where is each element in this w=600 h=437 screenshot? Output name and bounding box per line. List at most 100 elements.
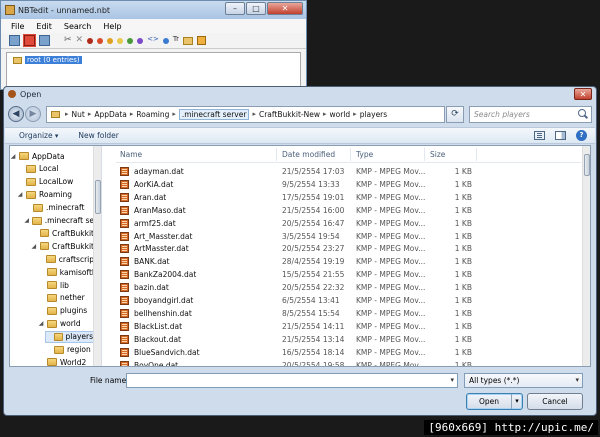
new-folder-button[interactable]: New folder: [78, 131, 119, 140]
nav-tree-item[interactable]: plugins: [38, 305, 94, 317]
package-icon[interactable]: [196, 36, 206, 45]
chevron-down-icon[interactable]: ▾: [511, 394, 522, 409]
maximize-button[interactable]: □: [246, 2, 266, 15]
breadcrumb-nut[interactable]: Nut: [72, 110, 85, 119]
organize-button[interactable]: Organize: [19, 131, 58, 140]
tag-bytearray-icon[interactable]: <>: [147, 35, 159, 46]
column-type[interactable]: Type: [356, 150, 373, 159]
column-size[interactable]: Size: [430, 150, 445, 159]
chevron-right-icon[interactable]: ▸: [130, 110, 134, 118]
nav-tree-item[interactable]: LocalLow: [17, 176, 94, 188]
nav-tree-item[interactable]: Local: [17, 163, 94, 175]
tag-int-icon[interactable]: [107, 37, 114, 44]
breadcrumb[interactable]: ▸ Nut ▸ AppData ▸ Roaming ▸ .minecraft s…: [46, 105, 445, 123]
breadcrumb-players[interactable]: players: [360, 110, 387, 119]
tag-double-icon[interactable]: [137, 37, 144, 44]
navigation-pane[interactable]: World2 region players ◢ world plugins nether li…: [10, 146, 102, 366]
back-arrow-icon[interactable]: ◀: [8, 106, 24, 122]
file-type-select[interactable]: All types (*.*): [464, 373, 583, 388]
chevron-right-icon[interactable]: ▸: [172, 110, 176, 118]
forward-arrow-icon[interactable]: ▶: [25, 106, 41, 122]
preview-pane-icon[interactable]: [555, 131, 566, 140]
menu-file[interactable]: File: [11, 22, 24, 31]
file-row[interactable]: adayman.dat 21/5/2554 17:03 KMP - MPEG Mov…: [116, 165, 581, 178]
column-date-modified[interactable]: Date modified: [282, 150, 335, 159]
file-name-input[interactable]: [126, 373, 458, 388]
nav-scrollbar-thumb[interactable]: [95, 180, 101, 214]
breadcrumb-minecraft-server[interactable]: .minecraft server: [178, 108, 250, 120]
search-input[interactable]: Search players: [469, 105, 592, 123]
cancel-button[interactable]: Cancel: [527, 393, 583, 410]
refresh-icon[interactable]: ⟳: [446, 105, 464, 123]
cut-icon[interactable]: ✂: [64, 35, 72, 46]
tag-list-icon[interactable]: [162, 37, 169, 44]
breadcrumb-craftbukkit-new[interactable]: CraftBukkit-New: [259, 110, 320, 119]
expand-arrow-icon[interactable]: ◢: [24, 217, 29, 224]
nav-tree-item[interactable]: ◢ .minecraft se: [24, 215, 94, 227]
nav-tree-item[interactable]: nether: [38, 292, 94, 304]
open-button[interactable]: Open ▾: [466, 393, 523, 410]
tag-byte-icon[interactable]: [87, 37, 94, 44]
file-row[interactable]: AranMaso.dat 21/5/2554 16:00 KMP - MPEG Mo…: [116, 204, 581, 217]
nav-tree-item[interactable]: region: [45, 344, 94, 356]
file-row[interactable]: bellhenshin.dat 8/5/2554 15:54 KMP - MPEG …: [116, 307, 581, 320]
tree-root-node[interactable]: root (0 entries): [13, 56, 82, 64]
menu-edit[interactable]: Edit: [36, 22, 52, 31]
nav-tree-item[interactable]: ◢ AppData: [10, 150, 94, 162]
expand-arrow-icon[interactable]: ◢: [10, 153, 16, 160]
chevron-right-icon[interactable]: ▸: [252, 110, 256, 118]
nav-tree-item[interactable]: kamisoftl: [38, 266, 94, 278]
expand-arrow-icon[interactable]: ◢: [38, 320, 44, 327]
file-row[interactable]: BlackList.dat 21/5/2554 14:11 KMP - MPEG M…: [116, 320, 581, 333]
dialog-titlebar[interactable]: Open: [4, 87, 596, 101]
file-list-scrollbar-thumb[interactable]: [584, 154, 590, 176]
nav-scrollbar[interactable]: [93, 146, 101, 366]
nav-tree-item[interactable]: ◢ Roaming: [17, 189, 94, 201]
chevron-right-icon[interactable]: ▸: [353, 110, 357, 118]
help-icon[interactable]: ?: [576, 130, 587, 141]
nav-tree-item[interactable]: craftscrip: [38, 253, 94, 265]
new-file-icon[interactable]: [9, 35, 20, 46]
chevron-right-icon[interactable]: ▸: [88, 110, 92, 118]
tag-compound-icon[interactable]: [182, 36, 193, 45]
column-name[interactable]: Name: [120, 150, 142, 159]
nav-tree-item[interactable]: World2: [38, 356, 94, 366]
save-icon[interactable]: [39, 35, 50, 46]
breadcrumb-appdata[interactable]: AppData: [94, 110, 127, 119]
column-divider[interactable]: [476, 148, 477, 161]
column-divider[interactable]: [424, 148, 425, 161]
tag-string-icon[interactable]: Tr: [173, 35, 179, 46]
close-button[interactable]: ✕: [267, 2, 303, 15]
nav-tree-item[interactable]: ◢ CraftBukkit: [31, 240, 94, 252]
file-row[interactable]: bboyandgirl.dat 6/5/2554 13:41 KMP - MPEG …: [116, 294, 581, 307]
column-divider[interactable]: [276, 148, 277, 161]
nav-tree-item[interactable]: lib: [38, 279, 94, 291]
file-row[interactable]: armf25.dat 20/5/2554 16:47 KMP - MPEG Mov.…: [116, 217, 581, 230]
file-row[interactable]: Aran.dat 17/5/2554 19:01 KMP - MPEG Mov...…: [116, 191, 581, 204]
open-file-icon[interactable]: [23, 34, 36, 47]
chevron-right-icon[interactable]: ▸: [323, 110, 327, 118]
expand-arrow-icon[interactable]: ◢: [17, 191, 23, 198]
file-row[interactable]: Blackout.dat 21/5/2554 13:14 KMP - MPEG Mo…: [116, 333, 581, 346]
breadcrumb-world[interactable]: world: [330, 110, 351, 119]
dialog-close-button[interactable]: ✕: [574, 88, 592, 100]
breadcrumb-roaming[interactable]: Roaming: [136, 110, 169, 119]
nbt-tree-view[interactable]: root (0 entries): [6, 52, 301, 87]
nav-tree-item[interactable]: .minecraft: [24, 202, 94, 214]
file-row[interactable]: BANK.dat 28/4/2554 19:19 KMP - MPEG Mov...…: [116, 255, 581, 268]
file-row[interactable]: BoyOne.dat 20/5/2554 19:58 KMP - MPEG Mov.…: [116, 359, 581, 366]
file-row[interactable]: AorKiA.dat 9/5/2554 13:33 KMP - MPEG Mov..…: [116, 178, 581, 191]
nav-tree-item[interactable]: CraftBukkit: [31, 227, 94, 239]
minimize-button[interactable]: –: [225, 2, 245, 15]
view-options-icon[interactable]: [534, 131, 545, 140]
file-row[interactable]: BlueSandvich.dat 16/5/2554 18:14 KMP - MPE…: [116, 346, 581, 359]
file-list[interactable]: Name Date modified Type Size adayman.dat…: [116, 146, 581, 366]
nav-tree-item[interactable]: players: [45, 330, 94, 343]
expand-arrow-icon[interactable]: ◢: [31, 243, 37, 250]
tag-long-icon[interactable]: [117, 37, 124, 44]
file-row[interactable]: ArtMasster.dat 20/5/2554 23:27 KMP - MPEG …: [116, 242, 581, 255]
delete-icon[interactable]: ✕: [76, 35, 84, 46]
file-list-scrollbar[interactable]: [582, 146, 590, 366]
tag-float-icon[interactable]: [127, 37, 134, 44]
file-row[interactable]: Art_Masster.dat 3/5/2554 19:54 KMP - MPEG …: [116, 230, 581, 243]
